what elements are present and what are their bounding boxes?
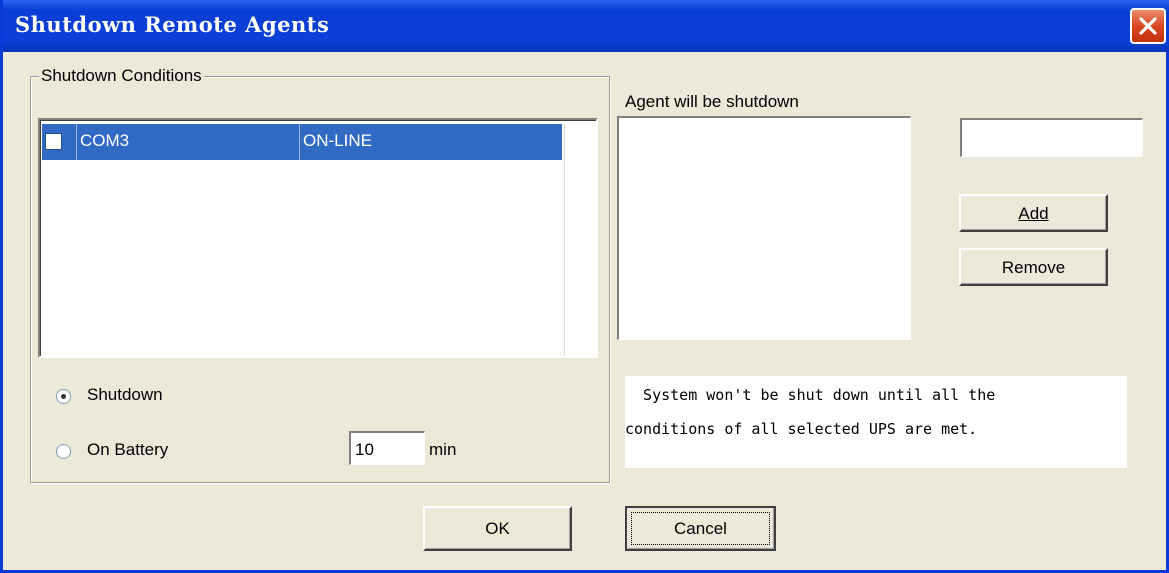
column-divider: [76, 124, 77, 160]
add-button[interactable]: Add: [959, 194, 1108, 232]
column-divider: [299, 124, 300, 160]
agent-list[interactable]: [617, 116, 911, 340]
remove-button-label: Remove: [1001, 258, 1066, 277]
info-note-line2: conditions of all selected UPS are met.: [625, 420, 978, 438]
on-battery-radio-label[interactable]: On Battery: [87, 440, 168, 460]
ok-button[interactable]: OK: [423, 506, 572, 551]
ok-button-label: OK: [485, 519, 510, 538]
title-bar[interactable]: Shutdown Remote Agents: [3, 0, 1169, 52]
remove-button[interactable]: Remove: [959, 248, 1108, 286]
list-scroll-area[interactable]: [564, 124, 596, 356]
dialog-window: Shutdown Remote Agents Shutdown Conditio…: [0, 0, 1169, 573]
shutdown-radio-label[interactable]: Shutdown: [87, 385, 163, 405]
info-note-line1: System won't be shut down until all the: [625, 386, 996, 404]
add-button-label: Add: [1018, 204, 1049, 223]
ups-list-row[interactable]: COM3 ON-LINE: [42, 124, 562, 160]
window-title: Shutdown Remote Agents: [15, 12, 330, 37]
shutdown-conditions-label: Shutdown Conditions: [39, 66, 204, 86]
info-note: System won't be shut down until all the …: [625, 376, 1127, 468]
on-battery-radio[interactable]: [56, 444, 71, 459]
ups-row-checkbox[interactable]: [45, 133, 62, 150]
focus-indicator: [631, 512, 770, 545]
ups-port: COM3: [80, 131, 130, 150]
ups-list[interactable]: COM3 ON-LINE: [38, 118, 598, 358]
minutes-unit-label: min: [429, 440, 457, 459]
shutdown-radio[interactable]: [56, 389, 71, 404]
battery-minutes-input[interactable]: 10: [349, 431, 425, 465]
agent-list-label: Agent will be shutdown: [625, 92, 799, 111]
cancel-button[interactable]: Cancel: [625, 506, 776, 551]
close-icon: [1139, 17, 1157, 35]
ups-status: ON-LINE: [303, 131, 372, 150]
agent-name-input[interactable]: [960, 118, 1143, 157]
close-button[interactable]: [1130, 8, 1166, 44]
